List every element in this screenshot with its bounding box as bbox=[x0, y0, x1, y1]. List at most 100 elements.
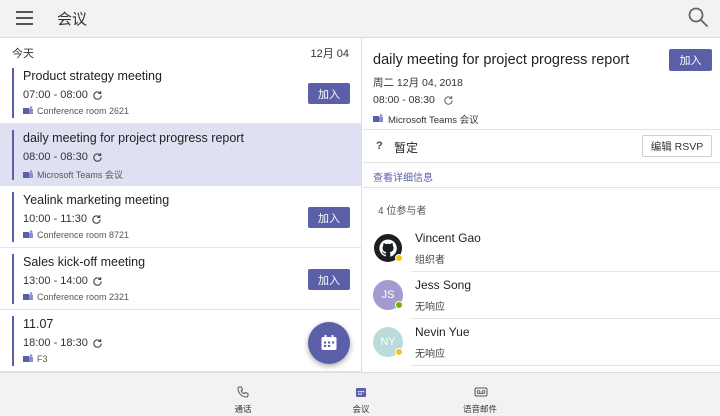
attendee-item[interactable]: Vincent Gao 组织者 bbox=[363, 226, 720, 272]
attendee-role: 组织者 bbox=[415, 255, 445, 266]
recurring-icon bbox=[93, 90, 102, 100]
meeting-title: Product strategy meeting bbox=[23, 69, 162, 83]
meeting-title: 11.07 bbox=[23, 317, 54, 331]
nav-label: 会议 bbox=[352, 404, 370, 414]
meeting-location: F3 bbox=[37, 354, 48, 364]
divider bbox=[363, 129, 720, 130]
join-button[interactable]: 加入 bbox=[308, 269, 350, 290]
nav-label: 语音邮件 bbox=[462, 404, 497, 414]
presence-available-icon bbox=[395, 301, 403, 309]
meeting-list: 今天 12月 04 Product strategy meeting 07:00… bbox=[0, 38, 362, 372]
presence-away-icon bbox=[395, 254, 403, 262]
meeting-accent-bar bbox=[12, 254, 14, 304]
new-meeting-fab[interactable] bbox=[308, 322, 350, 364]
today-label: 今天 bbox=[12, 48, 34, 60]
meeting-accent-bar bbox=[12, 130, 14, 180]
teams-icon bbox=[23, 106, 33, 114]
tentative-icon: ? bbox=[376, 140, 383, 152]
attendee-item[interactable]: JS Jess Song 无响应 bbox=[363, 273, 720, 319]
attendee-name: Nevin Yue bbox=[415, 325, 470, 339]
recurring-icon bbox=[93, 152, 102, 162]
divider bbox=[411, 365, 720, 366]
avatar-initials: NY bbox=[380, 336, 396, 348]
day-header: 今天 12月 04 bbox=[0, 38, 361, 62]
meeting-title: daily meeting for project progress repor… bbox=[23, 131, 244, 145]
meeting-time-row: 18:00 - 18:30 bbox=[23, 337, 103, 349]
presence-away-icon bbox=[395, 348, 403, 356]
join-button[interactable]: 加入 bbox=[308, 83, 350, 104]
bottom-nav: 通话 会议 语音邮件 bbox=[0, 372, 720, 416]
meeting-item-sales-kickoff[interactable]: Sales kick-off meeting 13:00 - 14:00 Con… bbox=[0, 248, 361, 310]
join-button[interactable]: 加入 bbox=[308, 207, 350, 228]
hamburger-menu-icon[interactable] bbox=[13, 7, 37, 27]
detail-time-row: 08:00 - 08:30 bbox=[373, 94, 454, 106]
meeting-item-product-strategy[interactable]: Product strategy meeting 07:00 - 08:00 C… bbox=[0, 62, 361, 124]
meeting-time: 07:00 - 08:00 bbox=[23, 89, 88, 101]
date-label: 12月 04 bbox=[310, 48, 349, 60]
meeting-time-row: 13:00 - 14:00 bbox=[23, 275, 103, 287]
meeting-location-row: Microsoft Teams 会议 bbox=[23, 168, 123, 181]
attendee-item[interactable]: NY Nevin Yue 无响应 bbox=[363, 320, 720, 366]
recurring-icon bbox=[444, 95, 453, 105]
page-title: 会议 bbox=[57, 11, 88, 28]
calendar-add-icon bbox=[321, 335, 337, 350]
meeting-location: Conference room 8721 bbox=[37, 230, 130, 240]
avatar-initials: JS bbox=[381, 289, 395, 301]
meeting-location-row: F3 bbox=[23, 354, 48, 364]
recurring-icon bbox=[93, 338, 102, 348]
attendee-name: Jess Song bbox=[415, 278, 472, 292]
meeting-detail-panel: daily meeting for project progress repor… bbox=[363, 38, 720, 372]
teams-icon bbox=[373, 114, 383, 122]
divider bbox=[363, 187, 720, 188]
edit-rsvp-button[interactable]: 编辑 RSVP bbox=[642, 135, 712, 157]
attendee-count: 4 位参与者 bbox=[378, 206, 427, 217]
meeting-time: 13:00 - 14:00 bbox=[23, 275, 88, 287]
voicemail-icon bbox=[474, 387, 488, 397]
attendee-role: 无响应 bbox=[415, 302, 445, 313]
meeting-time: 18:00 - 18:30 bbox=[23, 337, 88, 349]
detail-time: 08:00 - 08:30 bbox=[373, 94, 435, 106]
top-bar: 会议 bbox=[0, 0, 720, 38]
view-details-link[interactable]: 查看详细信息 bbox=[373, 169, 433, 184]
divider bbox=[411, 271, 720, 272]
meeting-time-row: 08:00 - 08:30 bbox=[23, 151, 103, 163]
meeting-time-row: 07:00 - 08:00 bbox=[23, 89, 103, 101]
meeting-accent-bar bbox=[12, 68, 14, 118]
meeting-location: Microsoft Teams 会议 bbox=[37, 170, 123, 180]
nav-label: 通话 bbox=[234, 404, 252, 414]
detail-date: 周二 12月 04, 2018 bbox=[373, 77, 463, 89]
meeting-location: Conference room 2621 bbox=[37, 106, 130, 116]
meeting-location-row: Conference room 8721 bbox=[23, 230, 129, 240]
meeting-location-row: Conference room 2621 bbox=[23, 106, 129, 116]
meeting-item-yealink-marketing[interactable]: Yealink marketing meeting 10:00 - 11:30 … bbox=[0, 186, 361, 248]
meeting-accent-bar bbox=[12, 316, 14, 366]
teams-icon bbox=[23, 354, 33, 362]
nav-calls[interactable]: 通话 bbox=[203, 373, 283, 416]
recurring-icon bbox=[92, 214, 101, 224]
teams-icon bbox=[23, 230, 33, 238]
nav-voicemail[interactable]: 语音邮件 bbox=[440, 373, 520, 416]
attendee-name: Vincent Gao bbox=[415, 231, 481, 245]
nav-meetings[interactable]: 会议 bbox=[321, 373, 401, 416]
calendar-icon bbox=[356, 388, 366, 397]
teams-icon bbox=[23, 169, 33, 178]
detail-join-button[interactable]: 加入 bbox=[669, 49, 712, 71]
meeting-accent-bar bbox=[12, 192, 14, 242]
meeting-time-row: 10:00 - 11:30 bbox=[23, 213, 102, 225]
meeting-title: Yealink marketing meeting bbox=[23, 193, 170, 207]
detail-title: daily meeting for project progress repor… bbox=[373, 52, 630, 68]
recurring-icon bbox=[93, 276, 102, 286]
rsvp-status: 暂定 bbox=[394, 141, 419, 155]
search-icon[interactable] bbox=[686, 5, 710, 29]
phone-icon bbox=[237, 386, 249, 398]
meeting-title: Sales kick-off meeting bbox=[23, 255, 146, 269]
meeting-time: 08:00 - 08:30 bbox=[23, 151, 88, 163]
meeting-time: 10:00 - 11:30 bbox=[23, 213, 88, 225]
divider bbox=[363, 162, 720, 163]
detail-location-row: Microsoft Teams 会议 bbox=[373, 112, 479, 126]
meeting-item-daily-meeting[interactable]: daily meeting for project progress repor… bbox=[0, 124, 361, 186]
detail-location: Microsoft Teams 会议 bbox=[388, 115, 479, 126]
meeting-location: Conference room 2321 bbox=[37, 292, 130, 302]
divider bbox=[411, 318, 720, 319]
teams-icon bbox=[23, 292, 33, 300]
